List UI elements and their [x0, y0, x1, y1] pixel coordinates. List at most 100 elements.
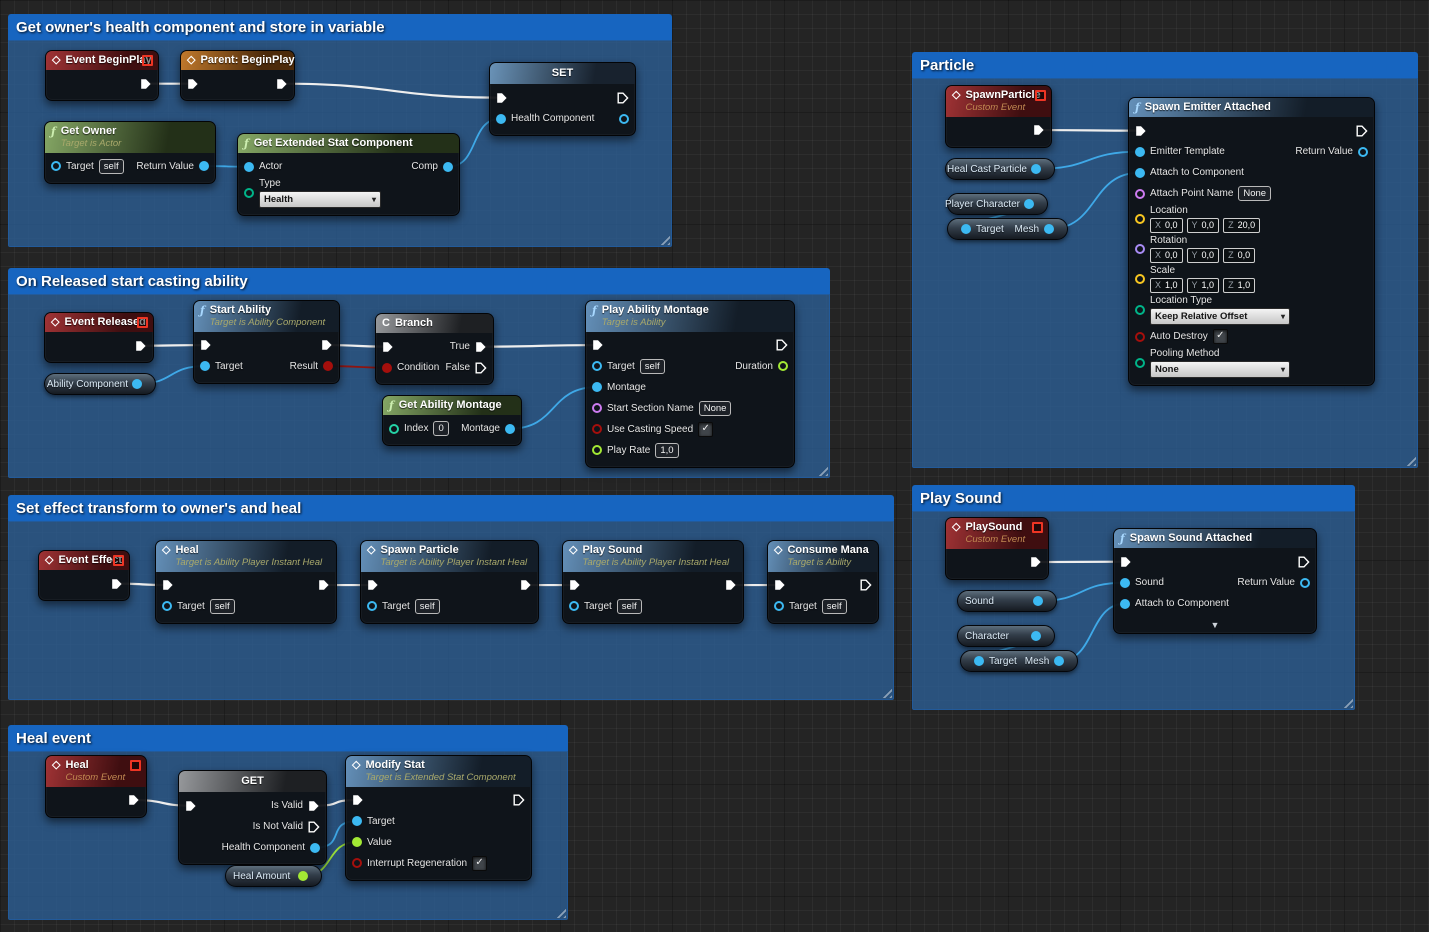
- var-pill-sound[interactable]: Sound: [957, 590, 1057, 612]
- exec-pin[interactable]: [725, 579, 737, 591]
- exec-pin[interactable]: [475, 341, 487, 353]
- exec-pin[interactable]: [321, 339, 333, 351]
- enum-pin[interactable]: [1135, 358, 1145, 368]
- float-pin[interactable]: [778, 361, 788, 371]
- exec-pin[interactable]: [135, 340, 147, 352]
- obj-pin[interactable]: [592, 361, 602, 371]
- delegate-icon[interactable]: [1032, 522, 1043, 533]
- obj-pin[interactable]: [51, 161, 61, 171]
- exec-pin[interactable]: [308, 800, 320, 812]
- obj-pin[interactable]: [1135, 147, 1145, 157]
- exec-pin[interactable]: [860, 579, 872, 591]
- vector-field[interactable]: Y1,0: [1187, 278, 1220, 293]
- exec-pin[interactable]: [1120, 556, 1132, 568]
- vec-pin[interactable]: [1135, 214, 1145, 224]
- obj-pin[interactable]: [774, 601, 784, 611]
- delegate-icon[interactable]: [142, 55, 153, 66]
- obj-pin[interactable]: [592, 382, 602, 392]
- value-box[interactable]: self: [640, 359, 665, 374]
- comment-title-bar[interactable]: Set effect transform to owner's and heal: [8, 495, 894, 521]
- exec-pin[interactable]: [1298, 556, 1310, 568]
- exec-pin[interactable]: [617, 92, 629, 104]
- float-pin[interactable]: [298, 871, 308, 881]
- obj-pin[interactable]: [199, 161, 209, 171]
- obj-pin[interactable]: [505, 424, 515, 434]
- value-box[interactable]: 0: [433, 421, 448, 436]
- obj-pin[interactable]: [443, 162, 453, 172]
- vector-field[interactable]: X0,0: [1150, 218, 1183, 233]
- exec-pin[interactable]: [140, 78, 152, 90]
- collapse-arrow-icon[interactable]: ▼: [1114, 620, 1316, 633]
- obj-pin[interactable]: [1024, 199, 1034, 209]
- bool-pin[interactable]: [592, 424, 602, 434]
- obj-pin[interactable]: [367, 601, 377, 611]
- bool-pin[interactable]: [352, 858, 362, 868]
- exec-pin[interactable]: [318, 579, 330, 591]
- node-heal-custom-event[interactable]: ◇HealCustom Event: [45, 755, 147, 818]
- delegate-icon[interactable]: [1035, 90, 1046, 101]
- rot-pin[interactable]: [1135, 244, 1145, 254]
- comment-title-bar[interactable]: Get owner's health component and store i…: [8, 14, 672, 40]
- value-box[interactable]: 1,0: [655, 443, 678, 458]
- exec-pin[interactable]: [367, 579, 379, 591]
- name-pin[interactable]: [592, 403, 602, 413]
- node-event-effect[interactable]: ◇Event Effect: [38, 550, 130, 601]
- node-play-ability-montage[interactable]: ƒPlay Ability MontageTarget is AbilityTa…: [585, 300, 795, 468]
- checkbox[interactable]: ✓: [472, 856, 487, 871]
- value-box[interactable]: self: [617, 599, 642, 614]
- node-set-health-component[interactable]: SETHealth Component: [489, 62, 636, 136]
- name-pin[interactable]: [1135, 189, 1145, 199]
- obj-pin[interactable]: [1135, 168, 1145, 178]
- delegate-icon[interactable]: [113, 555, 124, 566]
- exec-pin[interactable]: [1135, 125, 1147, 137]
- node-play-sound-call[interactable]: ◇Play SoundTarget is Ability Player Inst…: [562, 540, 744, 624]
- obj-pin[interactable]: [1120, 578, 1130, 588]
- exec-pin[interactable]: [496, 92, 508, 104]
- bool-pin[interactable]: [1135, 332, 1145, 342]
- delegate-icon[interactable]: [130, 760, 141, 771]
- node-get-owner[interactable]: ƒGet OwnerTarget is ActorTargetselfRetur…: [44, 121, 216, 184]
- checkbox[interactable]: ✓: [1213, 329, 1228, 344]
- exec-pin[interactable]: [520, 579, 532, 591]
- comment-title-bar[interactable]: Play Sound: [912, 485, 1355, 511]
- vector-field[interactable]: Z20,0: [1223, 218, 1260, 233]
- exec-pin[interactable]: [352, 794, 364, 806]
- exec-pin[interactable]: [308, 821, 320, 833]
- node-modify-stat[interactable]: ◇Modify StatTarget is Extended Stat Comp…: [345, 755, 532, 881]
- node-event-beginplay[interactable]: ◇Event BeginPlay: [45, 50, 159, 101]
- value-box[interactable]: self: [415, 599, 440, 614]
- exec-pin[interactable]: [1356, 125, 1368, 137]
- exec-pin[interactable]: [774, 579, 786, 591]
- enum-pin[interactable]: [244, 188, 254, 198]
- obj-pin[interactable]: [162, 601, 172, 611]
- node-start-ability[interactable]: ƒStart AbilityTarget is Ability Componen…: [193, 300, 340, 384]
- node-validated-get[interactable]: GETIs ValidIs Not ValidHealth Component: [178, 770, 327, 865]
- dropdown[interactable]: Keep Relative Offset▾: [1150, 308, 1290, 325]
- exec-pin[interactable]: [200, 339, 212, 351]
- node-consume-mana[interactable]: ◇Consume ManaTarget is AbilityTargetself: [767, 540, 879, 624]
- obj-pin[interactable]: [569, 601, 579, 611]
- node-event-released[interactable]: ◇Event Released: [44, 312, 154, 363]
- exec-pin[interactable]: [1033, 124, 1045, 136]
- exec-pin[interactable]: [569, 579, 581, 591]
- obj-pin[interactable]: [1120, 599, 1130, 609]
- exec-pin[interactable]: [382, 341, 394, 353]
- obj-pin[interactable]: [1044, 224, 1054, 234]
- var-pill-heal-amount[interactable]: Heal Amount: [225, 865, 322, 887]
- vector-field[interactable]: Z1,0: [1223, 278, 1255, 293]
- exec-pin[interactable]: [162, 579, 174, 591]
- obj-pin[interactable]: [200, 361, 210, 371]
- value-box[interactable]: self: [99, 159, 124, 174]
- obj-pin[interactable]: [132, 379, 142, 389]
- node-playsound-custom-event[interactable]: ◇PlaySoundCustom Event: [945, 517, 1049, 580]
- float-pin[interactable]: [352, 837, 362, 847]
- value-box[interactable]: self: [822, 599, 847, 614]
- exec-pin[interactable]: [1030, 556, 1042, 568]
- obj-pin[interactable]: [310, 843, 320, 853]
- obj-pin[interactable]: [1031, 631, 1041, 641]
- var-pill-ability-component[interactable]: Ability Component: [44, 373, 156, 395]
- dropdown[interactable]: None▾: [1150, 361, 1290, 378]
- obj-pin[interactable]: [961, 224, 971, 234]
- node-branch[interactable]: ϹBranchTrueConditionFalse: [375, 313, 494, 385]
- var-pill-heal-cast-particle[interactable]: Heal Cast Particle: [945, 158, 1055, 180]
